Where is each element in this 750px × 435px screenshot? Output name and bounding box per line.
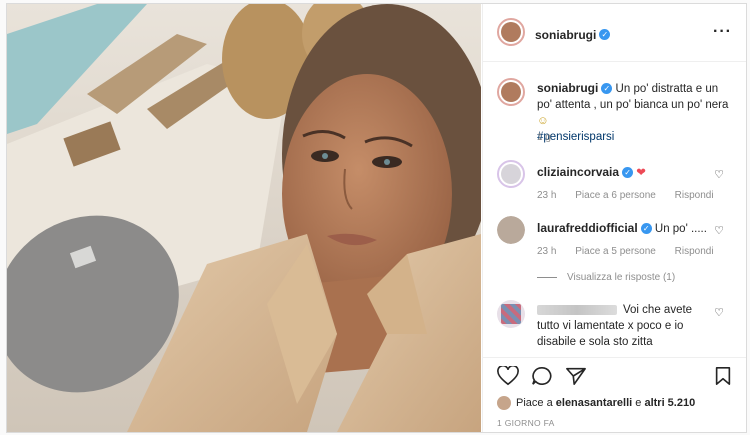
replies-divider-line xyxy=(537,276,557,278)
heart-outline-icon[interactable] xyxy=(497,366,519,386)
comment-like-heart-icon[interactable]: ♡ xyxy=(714,224,724,237)
post-timestamp[interactable]: 1 GIORNO FA xyxy=(497,418,555,428)
caption-age[interactable]: 1 g xyxy=(537,132,551,143)
comments-area[interactable]: soniabrugi ✓ Un po' distratta e un po' at… xyxy=(483,62,746,356)
comment-text-block: cliziaincorvaia ✓ ❤ xyxy=(537,164,708,181)
red-heart-emoji-icon: ❤ xyxy=(636,167,646,179)
comment-like-heart-icon[interactable]: ♡ xyxy=(714,306,724,319)
comment-likes[interactable]: Piace a 5 persone xyxy=(575,246,656,257)
likes-summary: Piace a elenasantarelli e altri 5.210 xyxy=(497,396,695,410)
comment-avatar[interactable] xyxy=(497,160,525,188)
verified-badge-icon: ✓ xyxy=(622,167,634,179)
blurred-username xyxy=(537,304,617,315)
verified-badge-icon: ✓ xyxy=(599,29,611,41)
caption: soniabrugi ✓ Un po' distratta e un po' at… xyxy=(497,76,732,146)
post-header: soniabrugi ✓ ··· xyxy=(483,4,746,62)
post-photo-art xyxy=(7,4,481,432)
comment-avatar[interactable] xyxy=(497,300,525,328)
post-photo[interactable] xyxy=(7,4,481,432)
more-dots-icon[interactable]: ··· xyxy=(713,23,732,41)
author-username[interactable]: soniabrugi xyxy=(535,28,596,42)
liker-avatar[interactable] xyxy=(497,396,511,410)
caption-avatar[interactable] xyxy=(497,78,525,106)
reply-button[interactable]: Rispondi xyxy=(675,246,714,257)
comment-like-heart-icon[interactable]: ♡ xyxy=(714,168,724,181)
bookmark-icon[interactable] xyxy=(714,366,732,386)
comment-username[interactable]: laurafreddiofficial xyxy=(537,221,638,235)
likes-others[interactable]: altri 5.210 xyxy=(644,397,695,409)
paper-plane-icon[interactable] xyxy=(565,366,587,386)
comment-likes[interactable]: Piace a 6 persone xyxy=(575,190,656,201)
author-avatar[interactable] xyxy=(497,18,525,46)
comment-avatar[interactable] xyxy=(497,216,525,244)
caption-meta: 1 g xyxy=(537,132,567,143)
comment-meta: 23 h Piace a 5 persone Rispondi xyxy=(537,246,730,257)
comment-age[interactable]: 23 h xyxy=(537,246,556,257)
likes-prefix: Piace a xyxy=(516,396,553,409)
comment-bubble-icon[interactable] xyxy=(531,366,553,386)
caption-username[interactable]: soniabrugi xyxy=(537,81,598,95)
verified-badge-icon: ✓ xyxy=(640,223,652,235)
author-block: soniabrugi ✓ xyxy=(535,26,611,44)
comment-meta: 23 h Piace a 6 persone Rispondi xyxy=(537,190,730,201)
action-bar: Piace a elenasantarelli e altri 5.210 1 … xyxy=(483,357,746,432)
post-window: soniabrugi ✓ ··· soniabrugi ✓ Un po' distr… xyxy=(6,3,747,433)
comment-text-block: laurafreddiofficial ✓ Un po' ..... xyxy=(537,220,708,237)
view-replies-label: Visualizza le risposte (1) xyxy=(567,272,676,283)
comment-item: Voi che avete tutto vi lamentate x poco … xyxy=(497,298,732,354)
comment-username[interactable]: cliziaincorvaia xyxy=(537,165,619,179)
likes-middle: e xyxy=(635,396,642,409)
view-replies-button[interactable]: Visualizza le risposte (1) xyxy=(537,272,675,283)
reply-button[interactable]: Rispondi xyxy=(675,190,714,201)
comment-text: Un po' ..... xyxy=(654,223,707,235)
comment-item: laurafreddiofficial ✓ Un po' ..... ♡ 23 h… xyxy=(497,214,732,284)
smile-emoji-icon: ☺ xyxy=(537,115,549,127)
comment-item: cliziaincorvaia ✓ ❤ ♡ 23 h Piace a 6 pers… xyxy=(497,158,732,206)
post-sidebar: soniabrugi ✓ ··· soniabrugi ✓ Un po' distr… xyxy=(482,4,746,432)
liker-username[interactable]: elenasantarelli xyxy=(556,397,632,409)
comment-age[interactable]: 23 h xyxy=(537,190,556,201)
verified-badge-icon: ✓ xyxy=(601,83,613,95)
comment-text-block: Voi che avete tutto vi lamentate x poco … xyxy=(537,302,708,350)
